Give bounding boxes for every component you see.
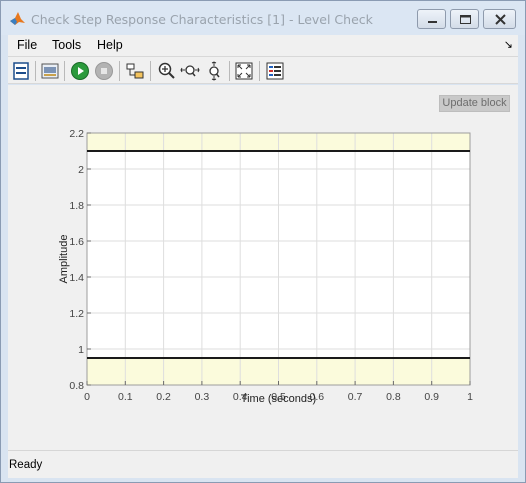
y-tick-label: 1.6	[69, 236, 84, 248]
x-axis-label: Time (seconds)	[241, 393, 316, 405]
title-bar[interactable]: Check Step Response Characteristics [1] …	[1, 1, 525, 35]
x-tick-label: 0.7	[348, 391, 363, 403]
x-tick-label: 0.2	[156, 391, 171, 403]
y-tick-label: 1.4	[69, 272, 84, 284]
dock-arrow-icon[interactable]: ↘	[504, 38, 513, 51]
x-tick-label: 1	[467, 391, 473, 403]
menu-file[interactable]: File	[17, 38, 37, 52]
x-tick-label: 0.8	[386, 391, 401, 403]
close-icon	[495, 14, 506, 25]
window-title: Check Step Response Characteristics [1] …	[31, 12, 373, 27]
status-text: Ready	[9, 459, 43, 471]
status-bar: Ready	[8, 450, 518, 478]
plot-panel: Update block 0 0.1 0.2 0.3 0.4 0.5 0.6 0.7 0.8 0.…	[8, 85, 518, 450]
y-tick-label: 1.2	[69, 308, 84, 320]
maximize-button[interactable]	[450, 9, 479, 29]
x-tick-label: 0	[84, 391, 90, 403]
step-response-plot[interactable]: 0 0.1 0.2 0.3 0.4 0.5 0.6 0.7 0.8 0.9 10.811.21.41…	[8, 85, 518, 450]
zoom-y-icon[interactable]	[204, 61, 224, 81]
y-tick-label: 2	[78, 164, 84, 176]
print-icon[interactable]	[11, 61, 31, 81]
zoom-in-icon[interactable]	[157, 61, 177, 81]
y-tick-label: 0.8	[69, 380, 84, 392]
legend-icon[interactable]	[265, 61, 285, 81]
block-icon[interactable]	[125, 61, 145, 81]
zoom-x-icon[interactable]	[180, 61, 200, 81]
minimize-icon	[428, 21, 437, 23]
fit-icon[interactable]	[234, 61, 254, 81]
x-tick-label: 0.9	[424, 391, 439, 403]
x-tick-label: 0.1	[118, 391, 133, 403]
y-tick-label: 1.8	[69, 200, 84, 212]
export-icon[interactable]	[40, 61, 60, 81]
menu-tools[interactable]: Tools	[52, 38, 81, 52]
y-tick-label: 2.2	[69, 128, 84, 140]
maximize-icon	[460, 15, 471, 24]
x-tick-label: 0.3	[195, 391, 210, 403]
stop-icon[interactable]	[94, 61, 114, 81]
menu-bar: File Tools Help ↘	[8, 35, 518, 56]
close-button[interactable]	[483, 9, 516, 29]
y-axis-label: Amplitude	[58, 235, 70, 284]
menu-help[interactable]: Help	[97, 38, 123, 52]
y-tick-label: 1	[78, 344, 84, 356]
app-window: Check Step Response Characteristics [1] …	[0, 0, 526, 483]
matlab-logo-icon	[10, 12, 25, 25]
run-icon[interactable]	[70, 61, 90, 81]
toolbar	[8, 56, 518, 84]
minimize-button[interactable]	[417, 9, 446, 29]
